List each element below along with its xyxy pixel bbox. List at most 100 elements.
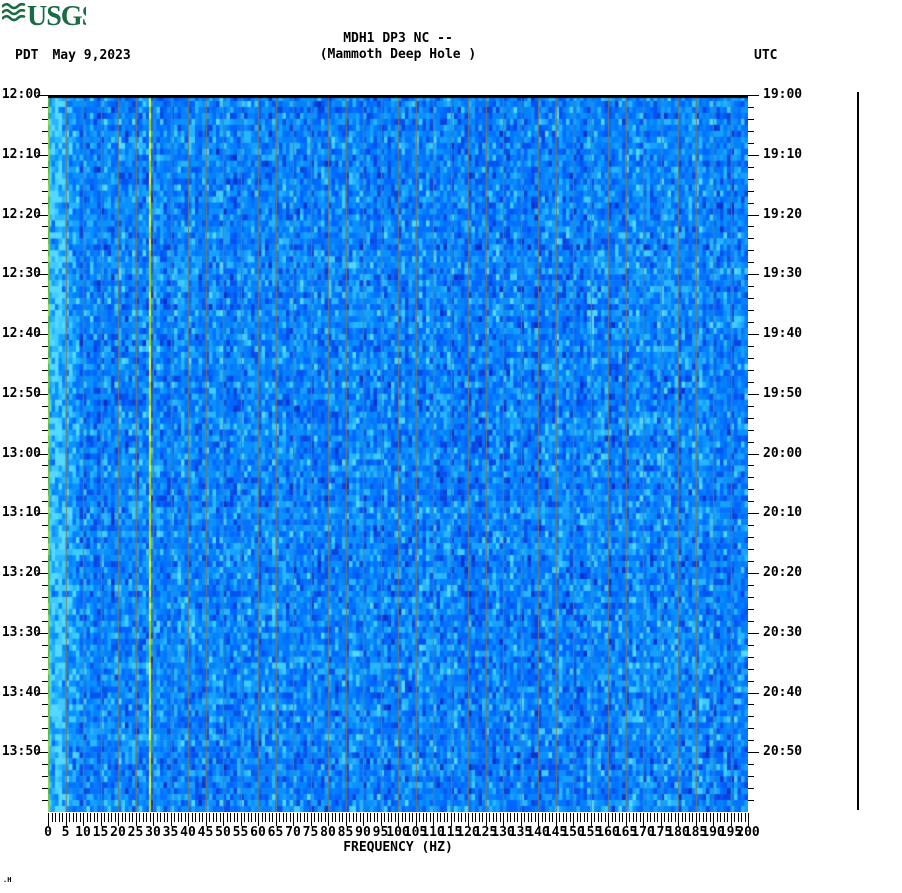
y-tick-label-right: 20:30	[763, 626, 811, 640]
y-tick-left	[42, 262, 48, 263]
y-tick-label-right: 20:50	[763, 745, 811, 759]
y-tick-right	[748, 693, 759, 694]
chart-title: MDH1 DP3 NC --	[48, 31, 748, 47]
y-tick-right	[748, 537, 754, 538]
x-tick	[391, 813, 392, 822]
x-tick	[360, 813, 361, 822]
y-tick-label-left: 13:10	[0, 506, 41, 520]
x-tick	[559, 813, 560, 822]
y-tick-label-left: 12:40	[0, 327, 41, 341]
x-tick	[304, 813, 305, 822]
x-tick	[129, 813, 130, 822]
x-tick	[290, 813, 291, 822]
x-tick	[496, 813, 497, 822]
x-tick	[650, 813, 651, 822]
y-tick-right	[748, 764, 754, 765]
x-tick	[349, 813, 350, 822]
x-tick	[517, 813, 518, 822]
x-tick	[244, 813, 245, 822]
y-tick-right	[748, 95, 759, 96]
y-tick-right	[748, 597, 754, 598]
x-tick	[90, 813, 91, 822]
y-tick-left	[42, 728, 48, 729]
x-tick	[619, 813, 620, 822]
x-tick	[199, 813, 200, 822]
y-tick-label-right: 20:20	[763, 566, 811, 580]
y-tick-left	[42, 561, 48, 562]
x-tick	[80, 813, 81, 822]
y-tick-left	[42, 107, 48, 108]
y-tick-right	[748, 800, 754, 801]
y-tick-left	[42, 669, 48, 670]
x-tick	[717, 813, 718, 822]
y-tick-right	[748, 394, 759, 395]
x-tick	[388, 813, 389, 822]
x-tick	[55, 813, 56, 822]
x-tick	[465, 813, 466, 822]
x-tick	[444, 813, 445, 822]
x-tick	[97, 813, 98, 822]
y-tick-right	[748, 477, 754, 478]
x-tick	[143, 813, 144, 822]
x-tick	[622, 813, 623, 822]
x-tick	[580, 813, 581, 822]
x-tick	[720, 813, 721, 822]
x-tick	[552, 813, 553, 822]
y-tick-right	[748, 633, 759, 634]
y-tick-left	[42, 704, 48, 705]
y-tick-label-left: 12:50	[0, 387, 41, 401]
x-tick	[279, 813, 280, 822]
x-tick	[461, 813, 462, 822]
y-tick-right	[748, 525, 754, 526]
y-tick-label-right: 20:00	[763, 447, 811, 461]
y-tick-label-left: 12:10	[0, 148, 41, 162]
x-tick	[528, 813, 529, 822]
y-tick-label-right: 19:50	[763, 387, 811, 401]
x-tick	[423, 813, 424, 822]
y-tick-right	[748, 442, 754, 443]
y-tick-right	[748, 609, 754, 610]
x-tick	[265, 813, 266, 822]
y-tick-left	[42, 406, 48, 407]
x-tick	[472, 813, 473, 822]
x-tick	[510, 813, 511, 822]
x-tick	[405, 813, 406, 822]
x-tick	[195, 813, 196, 822]
x-tick	[185, 813, 186, 822]
x-tick	[563, 813, 564, 822]
y-tick-left	[42, 250, 48, 251]
y-tick-right	[748, 430, 754, 431]
x-tick	[220, 813, 221, 822]
y-tick-right	[748, 645, 754, 646]
x-tick	[318, 813, 319, 822]
x-tick	[146, 813, 147, 822]
y-tick-left	[42, 740, 48, 741]
x-tick	[647, 813, 648, 822]
y-tick-right	[748, 681, 754, 682]
y-tick-left	[42, 167, 48, 168]
x-tick	[283, 813, 284, 822]
x-tick	[601, 813, 602, 822]
x-tick	[500, 813, 501, 822]
y-tick-left	[42, 477, 48, 478]
y-tick-label-left: 13:00	[0, 447, 41, 461]
y-tick-right	[748, 191, 754, 192]
y-tick-right	[748, 370, 754, 371]
y-tick-left	[42, 585, 48, 586]
y-tick-right	[748, 489, 754, 490]
y-tick-left	[42, 549, 48, 550]
x-tick	[629, 813, 630, 822]
x-tick	[181, 813, 182, 822]
x-tick	[419, 813, 420, 822]
y-tick-left	[42, 609, 48, 610]
x-tick	[657, 813, 658, 822]
y-tick-right	[748, 203, 754, 204]
x-tick	[167, 813, 168, 822]
x-tick	[297, 813, 298, 822]
x-tick	[703, 813, 704, 822]
y-tick-left	[42, 800, 48, 801]
y-tick-left	[42, 621, 48, 622]
y-tick-right	[748, 704, 754, 705]
y-tick-left	[42, 465, 48, 466]
y-tick-left	[42, 418, 48, 419]
